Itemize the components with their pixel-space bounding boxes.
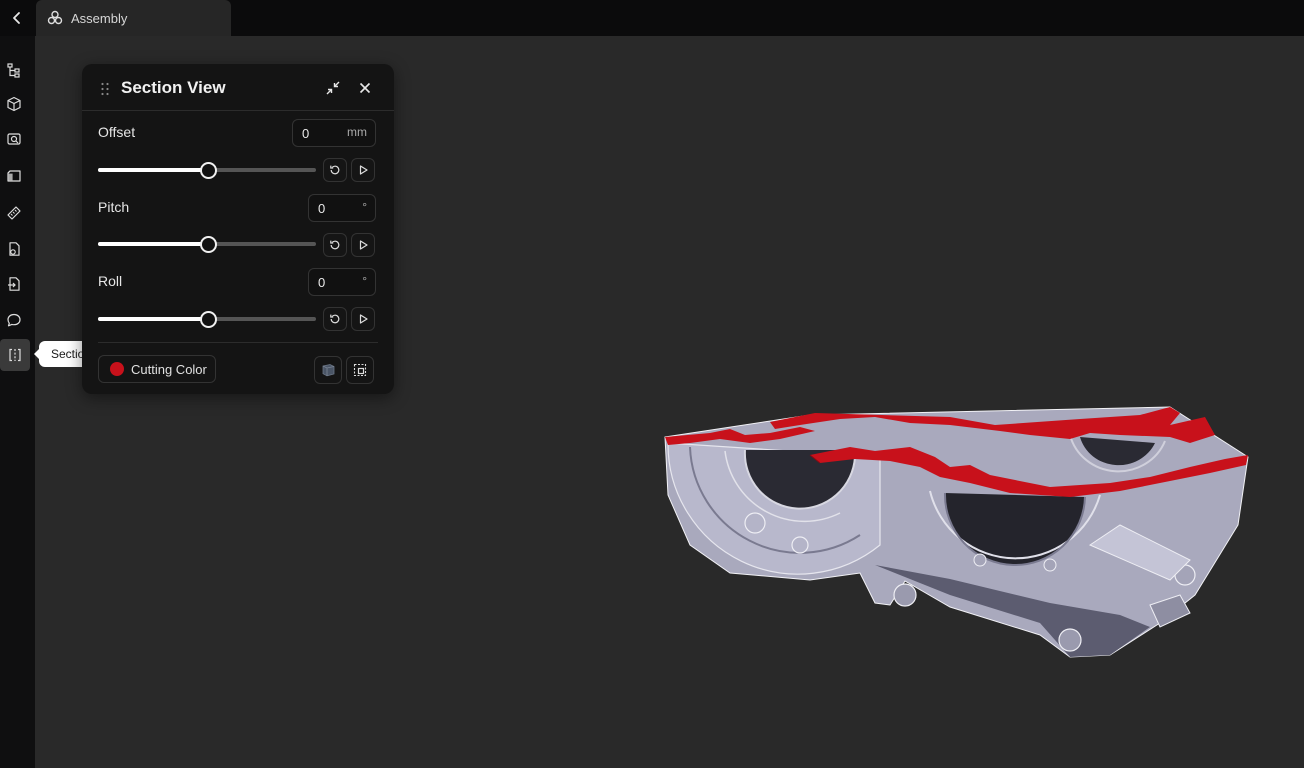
assembly-icon <box>47 10 63 26</box>
measure-icon <box>7 206 21 220</box>
sectioned-model-viewport[interactable] <box>650 395 1260 665</box>
pitch-input[interactable]: 0 ° <box>308 194 376 222</box>
offset-value: 0 <box>302 126 310 141</box>
roll-unit: ° <box>362 274 367 288</box>
tab-assembly[interactable]: Assembly <box>36 0 231 36</box>
tree-button[interactable] <box>0 56 28 84</box>
panel-title: Section View <box>121 78 226 97</box>
section-box-icon <box>353 363 367 377</box>
pitch-slider[interactable] <box>98 236 316 253</box>
properties-button[interactable] <box>0 235 28 263</box>
chevron-left-icon <box>13 12 20 24</box>
cutting-color-label: Cutting Color <box>131 361 207 377</box>
pitch-value: 0 <box>318 201 326 216</box>
offset-input[interactable]: 0 mm <box>292 119 376 147</box>
tree-icon <box>7 63 20 78</box>
roll-play-button[interactable] <box>351 307 375 331</box>
play-icon <box>359 165 368 175</box>
roll-reset-button[interactable] <box>323 307 347 331</box>
pitch-play-button[interactable] <box>351 233 375 257</box>
tab-label: Assembly <box>71 10 128 26</box>
offset-slider[interactable] <box>98 162 316 179</box>
pitch-unit: ° <box>362 200 367 214</box>
export-button[interactable] <box>0 270 28 298</box>
slider-thumb[interactable] <box>200 236 217 253</box>
collapse-button[interactable] <box>324 79 342 97</box>
reset-icon <box>330 314 340 324</box>
section-view-button[interactable] <box>0 339 30 371</box>
shading-icon <box>7 170 21 182</box>
properties-icon <box>9 242 20 256</box>
shading-button[interactable] <box>0 162 28 190</box>
offset-play-button[interactable] <box>351 158 375 182</box>
export-icon <box>8 277 20 291</box>
comment-button[interactable] <box>0 306 28 334</box>
panel-divider <box>98 342 378 343</box>
offset-reset-button[interactable] <box>323 158 347 182</box>
drag-handle-icon[interactable] <box>100 82 110 96</box>
measure-button[interactable] <box>0 199 28 227</box>
close-button[interactable] <box>356 79 374 97</box>
pitch-reset-button[interactable] <box>323 233 347 257</box>
offset-label: Offset <box>98 124 136 140</box>
section-view-panel: Section View Offset 0 mm Pitch 0 ° Roll … <box>82 64 394 394</box>
left-toolbar <box>0 36 35 768</box>
back-button[interactable] <box>0 0 34 36</box>
roll-slider[interactable] <box>98 311 316 328</box>
slider-fill <box>98 242 207 246</box>
slider-thumb[interactable] <box>200 162 217 179</box>
roll-label: Roll <box>98 273 123 289</box>
comment-icon <box>7 313 21 327</box>
close-icon <box>359 82 371 94</box>
cube-icon <box>7 96 21 112</box>
play-icon <box>359 240 368 250</box>
roll-input[interactable]: 0 ° <box>308 268 376 296</box>
cube-button[interactable] <box>0 90 28 118</box>
minimize-icon <box>326 81 340 95</box>
section-box-button[interactable] <box>346 356 374 384</box>
offset-unit: mm <box>347 125 367 139</box>
play-icon <box>359 314 368 324</box>
cap-toggle-button[interactable] <box>314 356 342 384</box>
views-icon <box>7 133 21 145</box>
roll-value: 0 <box>318 275 326 290</box>
slider-fill <box>98 168 207 172</box>
reset-icon <box>330 165 340 175</box>
cutting-color-swatch <box>110 362 124 376</box>
pitch-label: Pitch <box>98 199 130 215</box>
solid-box-icon <box>322 364 335 377</box>
section-view-icon <box>9 348 21 362</box>
views-button[interactable] <box>0 125 28 153</box>
panel-header: Section View <box>82 64 394 111</box>
top-bar: Assembly <box>0 0 1304 36</box>
slider-thumb[interactable] <box>200 311 217 328</box>
cutting-color-button[interactable]: Cutting Color <box>98 355 216 383</box>
slider-fill <box>98 317 207 321</box>
reset-icon <box>330 240 340 250</box>
